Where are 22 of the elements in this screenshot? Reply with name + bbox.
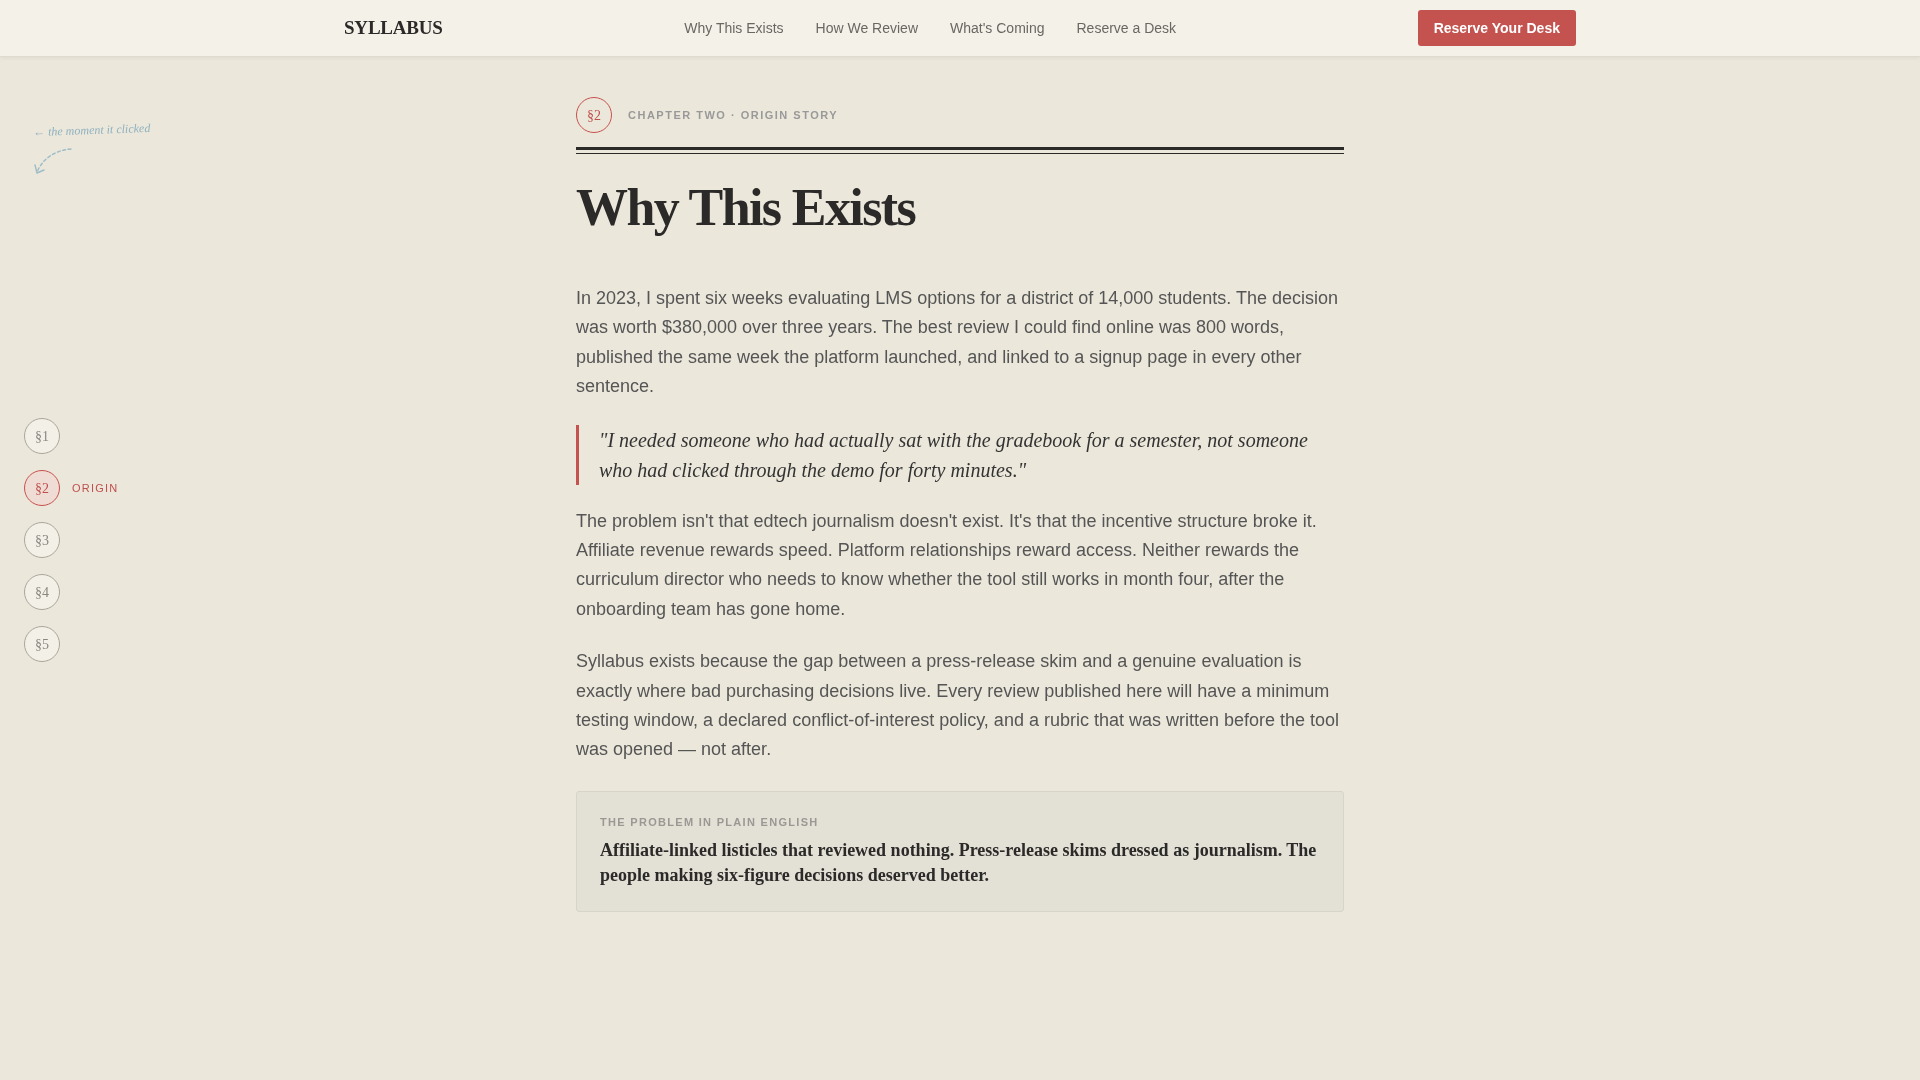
- brand-logo[interactable]: SYLLABUS: [344, 13, 443, 43]
- margin-note: ← the moment it clicked: [32, 119, 151, 141]
- callout-label: THE PROBLEM IN PLAIN ENGLISH: [600, 814, 820, 830]
- page-title: Why This Exists: [576, 178, 917, 238]
- section-link[interactable]: §2: [24, 470, 60, 506]
- section-link[interactable]: §5: [24, 626, 60, 662]
- callout-text: Affiliate-linked listicles that reviewed nothing. Press-release skims dressed as journalism. The people making six-figure decisions deserved better.: [600, 838, 1318, 887]
- nav-link[interactable]: How We Review: [815, 17, 918, 39]
- body-paragraph: In 2023, I spent six weeks evaluating LMS options for a district of 14,000 students. The decision was worth $380,000 over three years. The best review I could find online was 800 words, published the same week the platform launched, and linked to a signup page in every other sentence.: [576, 287, 1340, 399]
- curved-arrow-icon: [34, 147, 72, 175]
- section-link[interactable]: §1: [24, 418, 60, 454]
- section-caption: ORIGIN: [72, 480, 119, 496]
- body-paragraph: Syllabus exists because the gap between a press-release skim and a genuine evaluation is exactly where bad purchasing decisions live. Every review published here will have a minimum testing window, a declared conflict-of-interest policy, and a rubric that was written before the tool was opened — not after.: [576, 650, 1341, 762]
- pull-quote: "I needed someone who had actually sat with the gradebook for a semester, not someone who had clicked through the demo for forty minutes.": [576, 424, 1344, 485]
- nav-link[interactable]: What's Coming: [950, 17, 1045, 39]
- section-link[interactable]: §4: [24, 574, 60, 610]
- section-link[interactable]: §3: [24, 522, 60, 558]
- reserve-button[interactable]: Reserve Your Desk: [1417, 10, 1576, 46]
- chapter-eyebrow: CHAPTER TWO · ORIGIN STORY: [628, 107, 839, 123]
- nav-link[interactable]: Reserve a Desk: [1076, 17, 1177, 39]
- body-paragraph: The problem isn't that edtech journalism doesn't exist. It's that the incentive structure broke it. Affiliate revenue rewards speed. Platform relationships reward access. Neither rewards the curriculum director who needs to know whether the tool still works in month four, after the onboarding team has gone home.: [576, 509, 1318, 621]
- nav-link[interactable]: Why This Exists: [684, 17, 784, 39]
